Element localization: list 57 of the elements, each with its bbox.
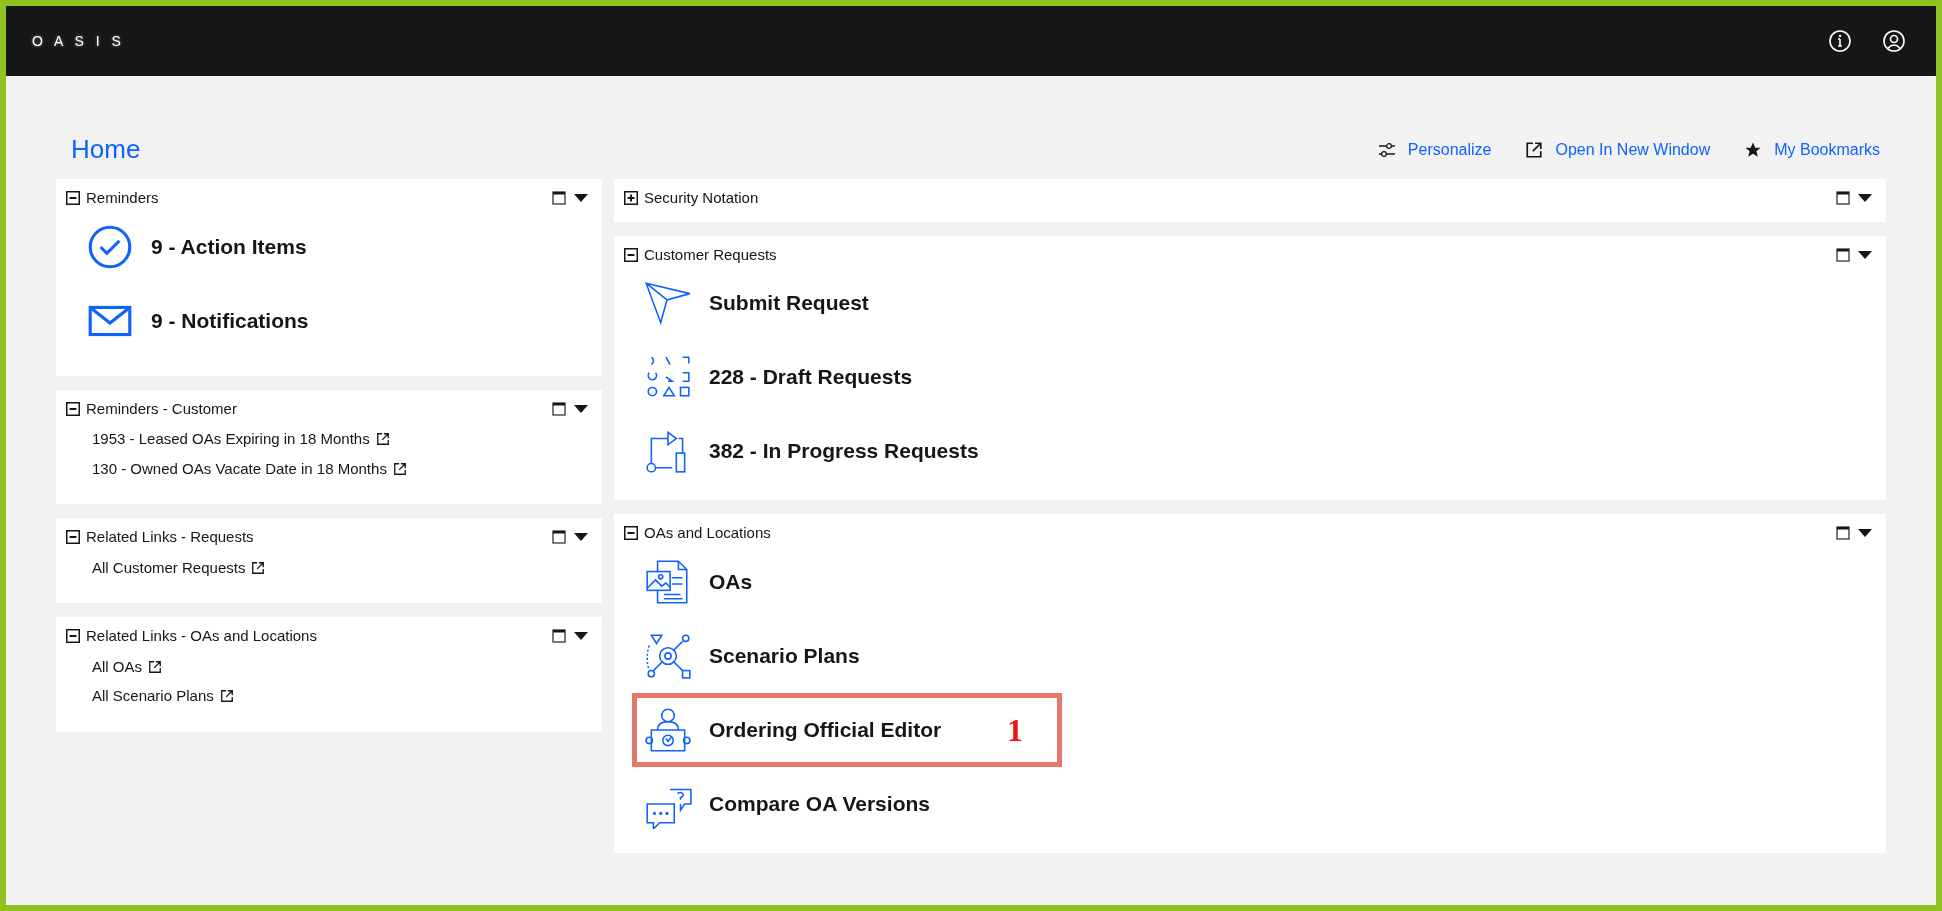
panel-link[interactable]: Compare OA Versions: [709, 787, 930, 820]
panel-title: Customer Requests: [644, 244, 777, 265]
caret-icon[interactable]: [574, 404, 588, 413]
app-logo: O A S I S: [32, 31, 125, 51]
external-link-icon: [375, 432, 390, 447]
toolbar-link[interactable]: Personalize: [1407, 137, 1492, 162]
page-title: Home: [70, 133, 141, 166]
caret-icon[interactable]: [1858, 529, 1872, 538]
caret-icon[interactable]: [1858, 250, 1872, 259]
caret-icon[interactable]: [574, 533, 588, 542]
panel-link[interactable]: All OAs: [92, 655, 142, 678]
maximize-icon[interactable]: [1836, 247, 1850, 262]
panel-title: Related Links - OAs and Locations: [86, 626, 317, 646]
panel-link[interactable]: Submit Request: [709, 287, 869, 319]
external-link-icon: [392, 461, 407, 476]
maximize-icon[interactable]: [1836, 191, 1850, 206]
panel-title: OAs and Locations: [644, 523, 771, 543]
maximize-icon[interactable]: [552, 629, 566, 644]
info-icon[interactable]: [1828, 29, 1852, 53]
panel-link[interactable]: Scenario Plans: [709, 639, 860, 672]
panel-link[interactable]: All Customer Requests: [92, 556, 246, 579]
maximize-icon[interactable]: [552, 401, 566, 416]
caret-icon[interactable]: [574, 194, 588, 203]
toolbar-link[interactable]: My Bookmarks: [1774, 137, 1880, 162]
external-link-icon: [251, 560, 266, 575]
collapse-icon[interactable]: [66, 629, 80, 644]
panel-link[interactable]: Ordering Official Editor: [709, 713, 942, 746]
panel-link[interactable]: 9 - Action Items: [151, 230, 307, 263]
panel-link[interactable]: 382 - In Progress Requests: [709, 435, 979, 467]
external-link-icon: [1525, 140, 1544, 159]
panel-link[interactable]: OAs: [709, 565, 753, 598]
collapse-icon[interactable]: [66, 191, 80, 206]
panel-title: Reminders - Customer: [86, 398, 237, 419]
maximize-icon[interactable]: [552, 191, 566, 206]
maximize-icon[interactable]: [1836, 526, 1850, 541]
sliders-icon: [1377, 140, 1396, 159]
panel-title: Related Links - Requests: [86, 527, 254, 547]
caret-icon[interactable]: [1858, 194, 1872, 203]
external-link-icon: [148, 659, 162, 674]
panel-link[interactable]: 1953 - Leased OAs Expiring in 18 Months: [92, 428, 370, 451]
user-icon[interactable]: [1882, 29, 1906, 53]
caret-icon[interactable]: [574, 632, 588, 641]
panel-title: Reminders: [86, 188, 159, 208]
collapse-icon[interactable]: [66, 530, 80, 545]
collapse-icon[interactable]: [66, 401, 80, 416]
toolbar-link[interactable]: Open In New Window: [1555, 137, 1711, 162]
panel-title: Security Notation: [644, 188, 759, 208]
expand-icon[interactable]: [624, 191, 638, 206]
panel-link[interactable]: 9 - Notifications: [151, 304, 309, 337]
external-link-icon: [219, 689, 234, 704]
panel-link[interactable]: 228 - Draft Requests: [709, 361, 913, 393]
annotation-number: 1: [1007, 710, 1023, 750]
maximize-icon[interactable]: [552, 530, 566, 545]
collapse-icon[interactable]: [624, 247, 638, 262]
collapse-icon[interactable]: [624, 526, 638, 541]
panel-link[interactable]: 130 - Owned OAs Vacate Date in 18 Months: [92, 457, 387, 480]
panel-link[interactable]: All Scenario Plans: [92, 685, 214, 708]
